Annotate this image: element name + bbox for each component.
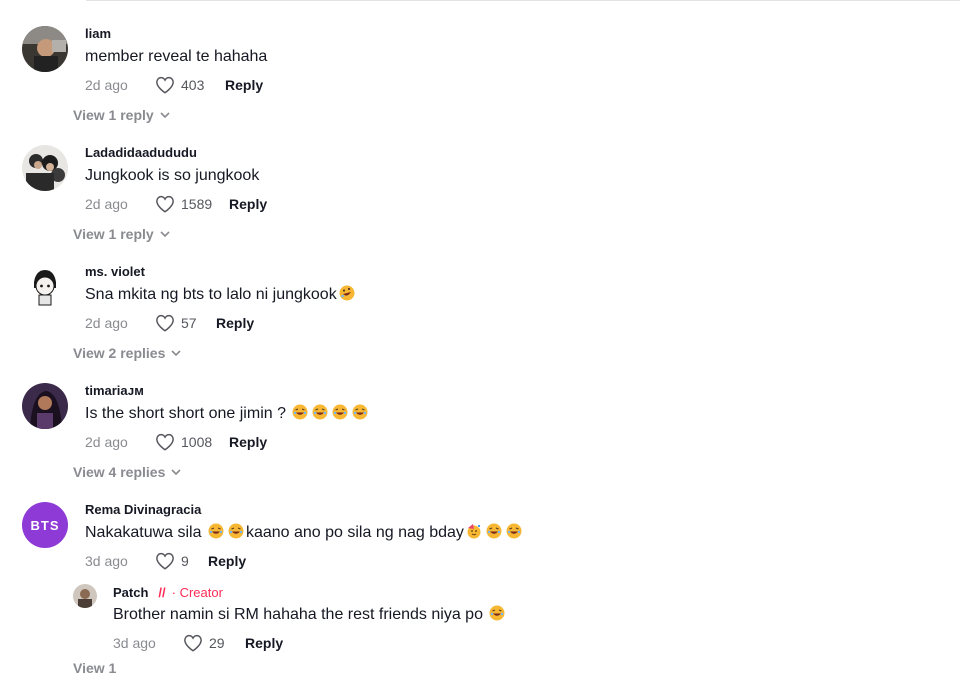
reply-text: Brother namin si RM hahaha the rest frie… (113, 605, 507, 625)
divider (86, 0, 960, 1)
chevron-down-icon (160, 112, 170, 119)
comment-text: Is the short short one jimin ? (85, 404, 370, 424)
comment-username[interactable]: liam (85, 26, 267, 42)
laughing-emoji-icon (486, 523, 502, 539)
heart-icon[interactable] (155, 195, 175, 213)
view-replies-button[interactable]: View 1 (73, 660, 116, 676)
heart-icon[interactable] (155, 433, 175, 451)
reply-button[interactable]: Reply (229, 434, 267, 450)
creator-badge: · Creator (171, 585, 223, 600)
laughing-emoji-icon (228, 523, 244, 539)
reply-button[interactable]: Reply (245, 635, 283, 651)
comment-date: 2d ago (85, 196, 128, 212)
view-replies-label: View 1 reply (73, 107, 154, 123)
like-count: 1008 (181, 434, 213, 450)
comment-date: 2d ago (85, 434, 128, 450)
reply-text-content: Brother namin si RM hahaha the rest frie… (113, 606, 483, 623)
chevron-down-icon (160, 231, 170, 238)
view-replies-button[interactable]: View 4 replies (73, 464, 181, 480)
reply-username[interactable]: Patch (113, 585, 148, 601)
heart-icon[interactable] (183, 634, 203, 652)
reply-button[interactable]: Reply (229, 196, 267, 212)
chevron-down-icon (171, 469, 181, 476)
creator-separator: // (158, 585, 166, 600)
comment-date: 2d ago (85, 77, 128, 93)
view-replies-button[interactable]: View 1 reply (73, 226, 170, 242)
heart-icon[interactable] (155, 552, 175, 570)
comment-text-content: Sna mkita ng bts to lalo ni jungkook (85, 286, 337, 303)
avatar[interactable] (22, 383, 68, 429)
avatar[interactable] (22, 26, 68, 72)
laughing-emoji-icon (489, 605, 505, 621)
comment-text-part: Nakakatuwa sila (85, 524, 202, 541)
laughing-emoji-icon (292, 404, 308, 420)
like-count: 403 (181, 77, 205, 93)
comment-username[interactable]: Rema Divinagracia (85, 502, 524, 518)
like-count: 9 (181, 553, 189, 569)
heart-icon[interactable] (155, 76, 175, 94)
comment-username[interactable]: Ladadidaadududu (85, 145, 267, 161)
comment-text-part: kaano ano po sila ng nag bday (245, 524, 464, 541)
like-count: 29 (209, 635, 225, 651)
laughing-emoji-icon (352, 404, 368, 420)
reply-button[interactable]: Reply (216, 315, 254, 331)
chevron-down-icon (171, 350, 181, 357)
comment-username[interactable]: timariaᴊᴍ (85, 383, 370, 399)
laughing-emoji-icon (332, 404, 348, 420)
reply-date: 3d ago (113, 635, 156, 651)
view-replies-button[interactable]: View 2 replies (73, 345, 181, 361)
view-replies-label: View 1 reply (73, 226, 154, 242)
reply-button[interactable]: Reply (225, 77, 263, 93)
rolling-laughing-emoji-icon (339, 285, 355, 301)
comment-text: Sna mkita ng bts to lalo ni jungkook (85, 285, 357, 305)
like-count: 1589 (181, 196, 213, 212)
comment-text: Jungkook is so jungkook (85, 167, 260, 184)
heart-icon[interactable] (155, 314, 175, 332)
comment-date: 2d ago (85, 315, 128, 331)
laughing-emoji-icon (312, 404, 328, 420)
view-replies-label: View 1 (73, 660, 117, 676)
comment-text: member reveal te hahaha (85, 48, 268, 65)
reply-header: Patch // · Creator (113, 585, 223, 601)
comment-text: Nakakatuwa sila kaano ano po sila ng nag… (85, 523, 524, 543)
view-replies-label: View 2 replies (73, 345, 166, 361)
view-replies-button[interactable]: View 1 reply (73, 107, 170, 123)
avatar-text: BTS (30, 517, 60, 533)
party-face-emoji-icon (467, 524, 481, 539)
laughing-emoji-icon (506, 523, 522, 539)
reply-button[interactable]: Reply (208, 553, 246, 569)
avatar[interactable]: BTS (22, 502, 68, 548)
avatar[interactable] (73, 584, 97, 608)
avatar[interactable] (22, 264, 68, 310)
comment-text-content: Is the short short one jimin ? (85, 405, 286, 422)
view-replies-label: View 4 replies (73, 464, 166, 480)
laughing-emoji-icon (208, 523, 224, 539)
comment-username[interactable]: ms. violet (85, 264, 357, 280)
avatar[interactable] (22, 145, 68, 191)
like-count: 57 (181, 315, 197, 331)
comment-date: 3d ago (85, 553, 128, 569)
